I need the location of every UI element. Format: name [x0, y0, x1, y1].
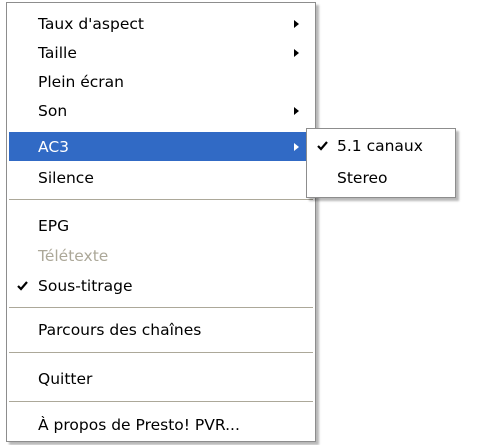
- menu-item-ac3[interactable]: AC3: [9, 132, 313, 161]
- menu-separator: [9, 352, 313, 353]
- menu-separator: [9, 199, 313, 200]
- menu-item-label: Taille: [38, 43, 77, 62]
- menu-item-label: Quitter: [38, 369, 93, 388]
- menu-item-channel-scan[interactable]: Parcours des chaînes: [9, 315, 313, 344]
- menu-item-label: EPG: [38, 216, 70, 235]
- ac3-submenu: 5.1 canaux Stereo: [306, 128, 456, 198]
- context-menu: Taux d'aspect Taille Plein écran Son AC3…: [6, 2, 316, 442]
- menu-item-sound[interactable]: Son: [9, 96, 313, 125]
- menu-item-label: Plein écran: [38, 72, 124, 91]
- submenu-item-label: Stereo: [337, 169, 388, 187]
- menu-item-size[interactable]: Taille: [9, 38, 313, 67]
- menu-item-mute[interactable]: Silence: [9, 163, 313, 192]
- submenu-arrow-icon: [294, 142, 299, 151]
- submenu-item-51-channels[interactable]: 5.1 canaux: [309, 132, 453, 160]
- menu-separator: [9, 401, 313, 402]
- menu-item-quit[interactable]: Quitter: [9, 364, 313, 393]
- menu-item-label: Taux d'aspect: [38, 14, 144, 33]
- menu-item-fullscreen[interactable]: Plein écran: [9, 67, 313, 96]
- menu-item-label: Sous-titrage: [38, 276, 133, 295]
- menu-item-teletext: Télétexte: [9, 241, 313, 270]
- menu-item-label: Télétexte: [38, 246, 109, 265]
- checkmark-icon: [11, 271, 33, 300]
- menu-item-aspect-ratio[interactable]: Taux d'aspect: [9, 9, 313, 38]
- submenu-arrow-icon: [294, 106, 299, 115]
- checkmark-icon: [311, 132, 333, 160]
- submenu-item-stereo[interactable]: Stereo: [309, 164, 453, 192]
- submenu-arrow-icon: [294, 19, 299, 28]
- menu-item-subtitles[interactable]: Sous-titrage: [9, 271, 313, 300]
- menu-item-label: Silence: [38, 168, 94, 187]
- menu-separator: [9, 307, 313, 308]
- submenu-item-label: 5.1 canaux: [337, 137, 423, 155]
- menu-item-about[interactable]: À propos de Presto! PVR...: [9, 410, 313, 439]
- menu-item-label: Parcours des chaînes: [38, 320, 202, 339]
- menu-item-epg[interactable]: EPG: [9, 211, 313, 240]
- menu-item-label: Son: [38, 101, 68, 120]
- menu-item-label: À propos de Presto! PVR...: [38, 415, 240, 434]
- screen: Taux d'aspect Taille Plein écran Son AC3…: [0, 0, 481, 445]
- menu-item-label: AC3: [38, 137, 70, 156]
- submenu-arrow-icon: [294, 48, 299, 57]
